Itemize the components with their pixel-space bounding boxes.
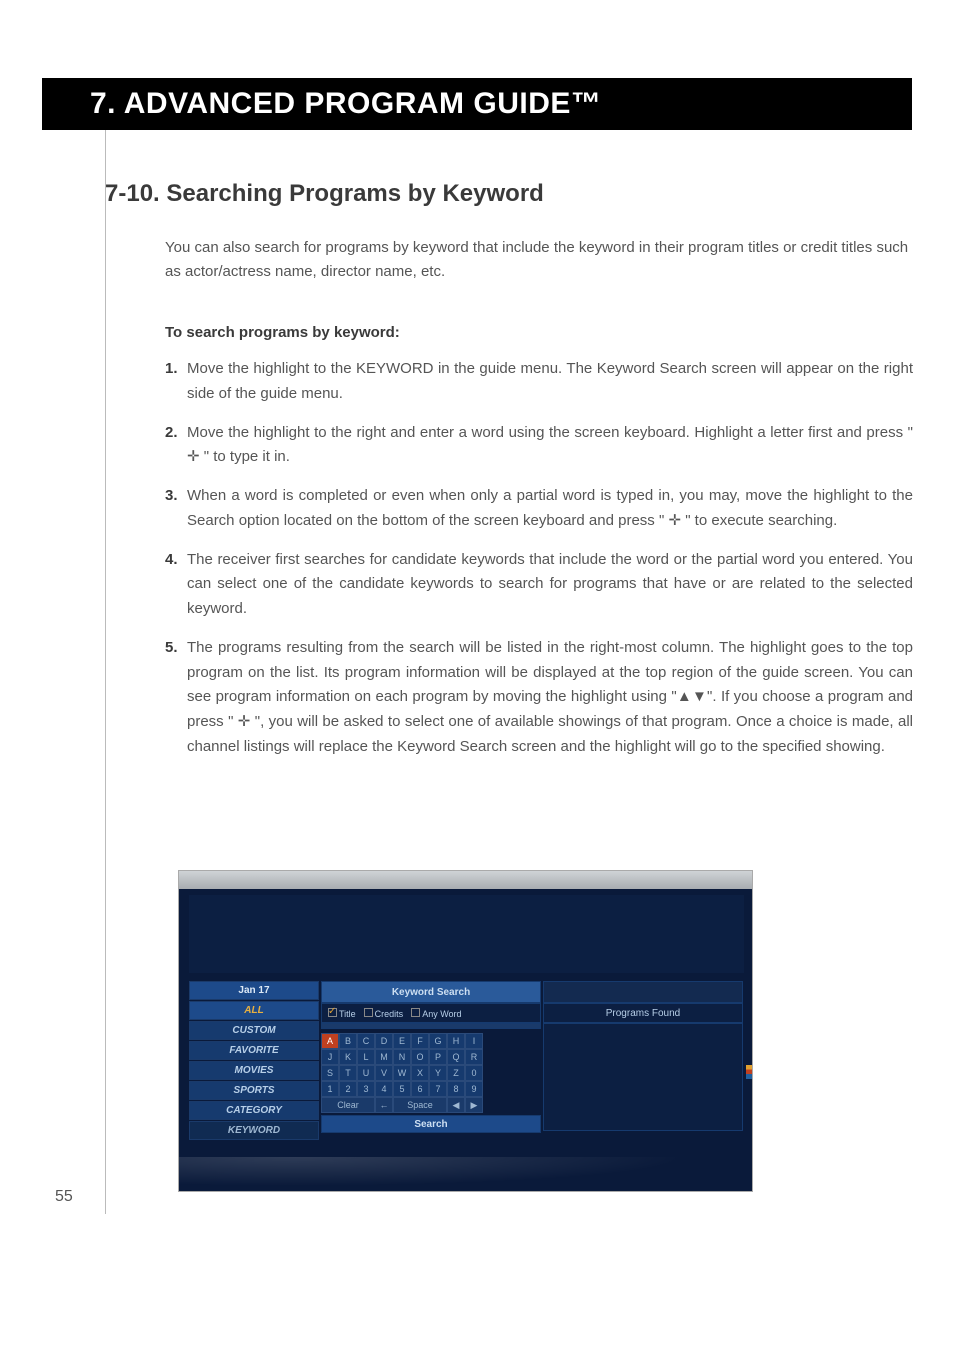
search-button[interactable]: Search <box>321 1115 541 1133</box>
key-b[interactable]: B <box>339 1033 357 1049</box>
sidebar-item-custom[interactable]: CUSTOM <box>189 1021 319 1040</box>
step-5: 5.The programs resulting from the search… <box>165 636 913 760</box>
results-header-spacer <box>543 981 743 1003</box>
results-label: Programs Found <box>543 1003 743 1023</box>
keyword-search-header: Keyword Search <box>321 981 541 1003</box>
key-2[interactable]: 2 <box>339 1081 357 1097</box>
key-3[interactable]: 3 <box>357 1081 375 1097</box>
step-1: 1.Move the highlight to the KEYWORD in t… <box>165 357 913 407</box>
key-a[interactable]: A <box>321 1033 339 1049</box>
onscreen-keyboard: A B C D E F G H I J K L M N O P Q R <box>321 1033 541 1113</box>
checkbox-icon <box>411 1008 420 1017</box>
key-z[interactable]: Z <box>447 1065 465 1081</box>
key-5[interactable]: 5 <box>393 1081 411 1097</box>
key-m[interactable]: M <box>375 1049 393 1065</box>
key-n[interactable]: N <box>393 1049 411 1065</box>
key-p[interactable]: P <box>429 1049 447 1065</box>
sidebar-item-category[interactable]: CATEGORY <box>189 1101 319 1120</box>
tv-screenshot: Mon Jan 17 2:28p Jan 17 ALL CUSTOM FAVOR… <box>178 870 753 1192</box>
results-list[interactable] <box>543 1023 743 1131</box>
sidebar-item-all[interactable]: ALL <box>189 1001 319 1020</box>
filter-row: Title Credits Any Word <box>321 1003 541 1023</box>
filter-title[interactable]: Title <box>328 1008 356 1019</box>
sidebar-item-keyword[interactable]: KEYWORD <box>189 1121 319 1140</box>
filter-credits[interactable]: Credits <box>364 1008 404 1019</box>
step-3: 3.When a word is completed or even when … <box>165 484 913 534</box>
key-8[interactable]: 8 <box>447 1081 465 1097</box>
key-y[interactable]: Y <box>429 1065 447 1081</box>
color-tab-icon <box>746 1065 753 1079</box>
tv-preview-area <box>189 895 744 973</box>
key-7[interactable]: 7 <box>429 1081 447 1097</box>
section-heading: 7-10. Searching Programs by Keyword <box>105 180 913 208</box>
chapter-title: 7. ADVANCED PROGRAM GUIDE™ <box>90 87 601 121</box>
key-v[interactable]: V <box>375 1065 393 1081</box>
key-l[interactable]: L <box>357 1049 375 1065</box>
content-area: 7-10. Searching Programs by Keyword You … <box>105 180 913 774</box>
steps-list: 1.Move the highlight to the KEYWORD in t… <box>165 357 913 760</box>
intro-paragraph: You can also search for programs by keyw… <box>165 236 913 284</box>
key-q[interactable]: Q <box>447 1049 465 1065</box>
sub-heading: To search programs by keyword: <box>165 324 913 341</box>
sidebar-item-movies[interactable]: MOVIES <box>189 1061 319 1080</box>
chapter-title-bar: 7. ADVANCED PROGRAM GUIDE™ <box>42 78 912 130</box>
key-backspace[interactable]: ← <box>375 1097 393 1113</box>
filter-anyword[interactable]: Any Word <box>411 1008 461 1019</box>
tv-bottom-glow <box>179 1157 752 1191</box>
key-x[interactable]: X <box>411 1065 429 1081</box>
sidebar-item-sports[interactable]: SPORTS <box>189 1081 319 1100</box>
key-g[interactable]: G <box>429 1033 447 1049</box>
key-6[interactable]: 6 <box>411 1081 429 1097</box>
key-u[interactable]: U <box>357 1065 375 1081</box>
key-c[interactable]: C <box>357 1033 375 1049</box>
key-r[interactable]: R <box>465 1049 483 1065</box>
key-h[interactable]: H <box>447 1033 465 1049</box>
key-i[interactable]: I <box>465 1033 483 1049</box>
key-1[interactable]: 1 <box>321 1081 339 1097</box>
key-t[interactable]: T <box>339 1065 357 1081</box>
key-9[interactable]: 9 <box>465 1081 483 1097</box>
key-right[interactable]: ▶ <box>465 1097 483 1113</box>
key-s[interactable]: S <box>321 1065 339 1081</box>
key-space[interactable]: Space <box>393 1097 447 1113</box>
key-0[interactable]: 0 <box>465 1065 483 1081</box>
key-e[interactable]: E <box>393 1033 411 1049</box>
tv-top-bezel <box>179 871 752 889</box>
checkbox-icon <box>328 1008 337 1017</box>
key-j[interactable]: J <box>321 1049 339 1065</box>
key-left[interactable]: ◀ <box>447 1097 465 1113</box>
key-k[interactable]: K <box>339 1049 357 1065</box>
key-o[interactable]: O <box>411 1049 429 1065</box>
results-panel: Programs Found <box>543 981 743 1131</box>
tv-sidebar: Jan 17 ALL CUSTOM FAVORITE MOVIES SPORTS… <box>189 981 319 1141</box>
checkbox-icon <box>364 1008 373 1017</box>
keyword-search-panel: Keyword Search Title Credits Any Word A … <box>321 981 541 1133</box>
key-4[interactable]: 4 <box>375 1081 393 1097</box>
key-d[interactable]: D <box>375 1033 393 1049</box>
step-4: 4.The receiver first searches for candid… <box>165 548 913 622</box>
sidebar-item-favorite[interactable]: FAVORITE <box>189 1041 319 1060</box>
input-bar[interactable] <box>321 1023 541 1029</box>
key-clear[interactable]: Clear <box>321 1097 375 1113</box>
sidebar-item-date[interactable]: Jan 17 <box>189 981 319 1000</box>
key-f[interactable]: F <box>411 1033 429 1049</box>
step-2: 2.Move the highlight to the right and en… <box>165 421 913 471</box>
page-number: 55 <box>55 1188 73 1206</box>
key-w[interactable]: W <box>393 1065 411 1081</box>
